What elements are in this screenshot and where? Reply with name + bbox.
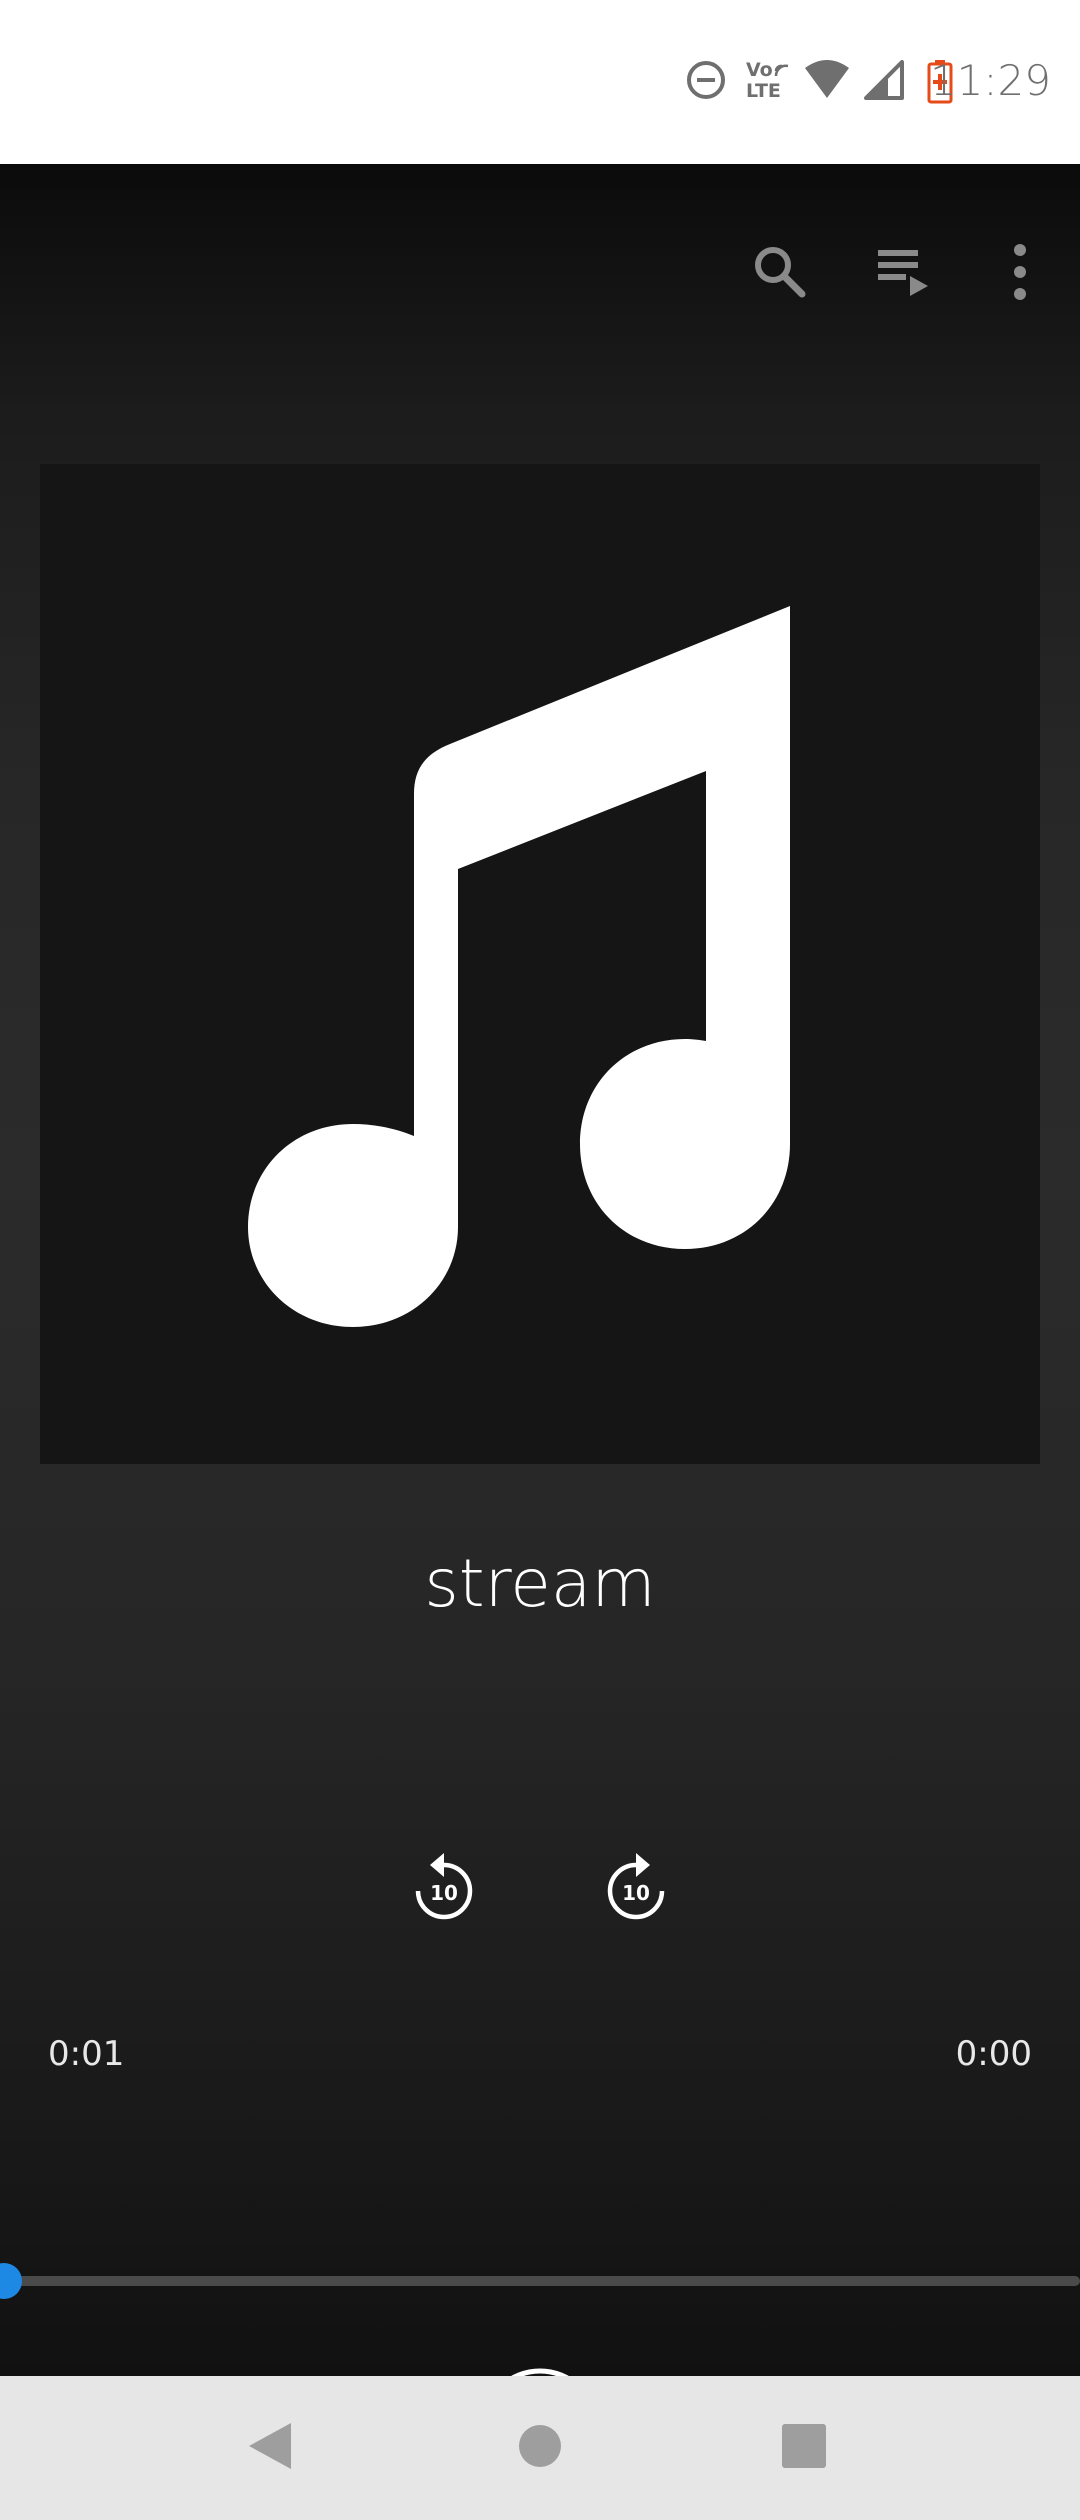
queue-button[interactable] [862,234,942,314]
rewind-10-label: 10 [430,1881,458,1905]
wifi-icon [803,60,851,104]
volte-icon: Vo LTE [744,60,794,104]
volte-text-bottom: LTE [746,80,781,102]
system-nav-bar [0,2376,1080,2520]
forward-10-button[interactable]: 10 [586,1839,686,1939]
music-note-icon [40,464,1040,1468]
back-icon [245,2419,295,2477]
player-screen: stream 10 10 0:01 0:00 [0,164,1080,2488]
do-not-disturb-icon [684,58,728,106]
track-title: stream [424,1545,656,1622]
recents-button[interactable] [764,2408,844,2488]
volte-text-top: Vo [746,59,773,81]
home-button[interactable] [500,2408,580,2488]
more-vert-icon [1010,242,1030,306]
duration-time: 0:00 [955,2034,1032,2074]
queue-music-icon [872,242,932,306]
recents-icon [780,2422,828,2474]
search-icon [750,242,810,306]
overflow-menu-button[interactable] [980,234,1060,314]
status-time: 11:29 [929,56,1051,105]
replay-10-icon: 10 [409,1851,479,1927]
album-art [40,464,1040,1464]
forward-10-label: 10 [622,1881,650,1905]
forward-10-icon: 10 [601,1851,671,1927]
rewind-10-button[interactable]: 10 [394,1839,494,1939]
status-bar: Vo LTE 11:29 [0,0,1080,164]
cell-signal-icon [864,60,904,104]
progress-thumb[interactable] [0,2263,22,2299]
home-icon [517,2423,563,2473]
back-button[interactable] [230,2408,310,2488]
elapsed-time: 0:01 [48,2034,125,2074]
progress-slider[interactable] [0,2263,1080,2299]
search-button[interactable] [740,234,820,314]
